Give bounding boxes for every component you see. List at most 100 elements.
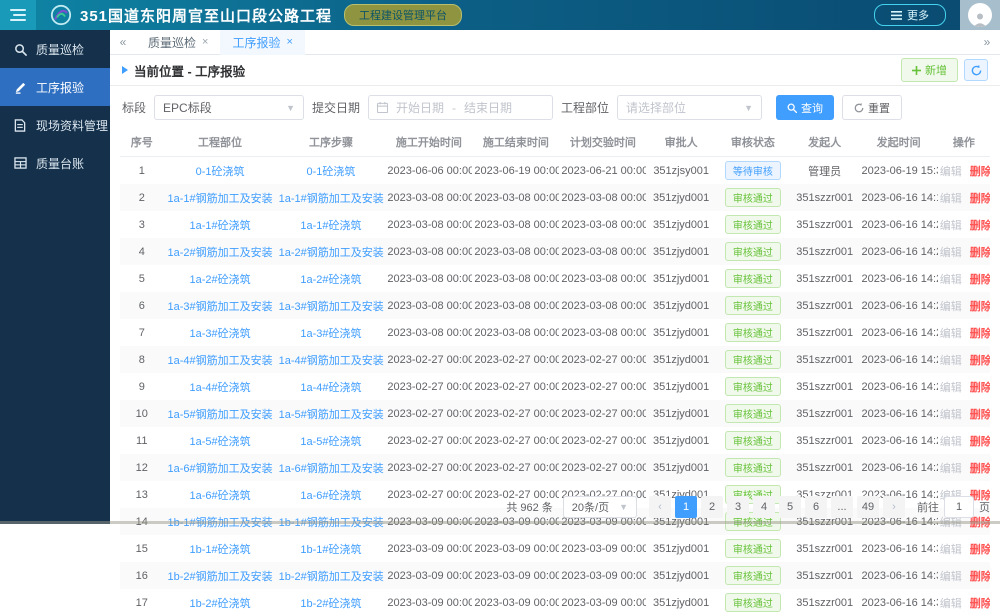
- sidebar-item-quality-patrol[interactable]: 质量巡检: [0, 30, 110, 68]
- step-link[interactable]: 1b-1#砼浇筑: [277, 535, 386, 562]
- part-link[interactable]: 1a-6#砼浇筑: [164, 481, 277, 508]
- table-row[interactable]: 1 0-1砼浇筑 0-1砼浇筑 2023-06-06 00:00 2023-06…: [120, 157, 990, 185]
- close-icon[interactable]: ×: [202, 36, 208, 48]
- delete-link[interactable]: 删除: [970, 382, 990, 394]
- step-link[interactable]: 1b-2#钢筋加工及安装: [277, 562, 386, 589]
- tab-process-inspection[interactable]: 工序报验 ×: [220, 30, 304, 55]
- user-avatar[interactable]: [960, 0, 1000, 30]
- sidebar-item-site-documents[interactable]: 现场资料管理: [0, 106, 110, 144]
- delete-link[interactable]: 删除: [970, 328, 990, 340]
- table-row[interactable]: 9 1a-4#砼浇筑 1a-4#砼浇筑 2023-02-27 00:00 202…: [120, 373, 990, 400]
- part-link[interactable]: 1a-6#钢筋加工及安装: [164, 454, 277, 481]
- step-link[interactable]: 1a-2#砼浇筑: [277, 265, 386, 292]
- part-select[interactable]: 请选择部位 ▼: [617, 95, 762, 120]
- step-link[interactable]: 1a-5#钢筋加工及安装: [277, 400, 386, 427]
- edit-link[interactable]: 编辑: [940, 301, 962, 313]
- table-row[interactable]: 10 1a-5#钢筋加工及安装 1a-5#钢筋加工及安装 2023-02-27 …: [120, 400, 990, 427]
- page-button[interactable]: 3: [727, 496, 749, 518]
- delete-link[interactable]: 删除: [970, 220, 990, 232]
- delete-link[interactable]: 删除: [970, 301, 990, 313]
- edit-link[interactable]: 编辑: [940, 463, 962, 475]
- search-button[interactable]: 查询: [776, 95, 834, 120]
- step-link[interactable]: 1a-1#钢筋加工及安装: [277, 184, 386, 211]
- edit-link[interactable]: 编辑: [940, 247, 962, 259]
- part-link[interactable]: 1b-2#砼浇筑: [164, 589, 277, 616]
- part-link[interactable]: 1a-2#砼浇筑: [164, 265, 277, 292]
- tabs-scroll-left-icon[interactable]: «: [110, 35, 136, 49]
- edit-link[interactable]: 编辑: [940, 409, 962, 421]
- page-button[interactable]: 1: [675, 496, 697, 518]
- edit-link[interactable]: 编辑: [940, 436, 962, 448]
- add-button[interactable]: 新增: [901, 58, 958, 82]
- delete-link[interactable]: 删除: [970, 274, 990, 286]
- page-ellipsis[interactable]: ...: [831, 496, 853, 518]
- step-link[interactable]: 1a-2#钢筋加工及安装: [277, 238, 386, 265]
- edit-link[interactable]: 编辑: [940, 193, 962, 205]
- sidebar-item-process-inspection[interactable]: 工序报验: [0, 68, 110, 106]
- page-size-select[interactable]: 20条/页 ▼: [563, 496, 637, 518]
- table-row[interactable]: 16 1b-2#钢筋加工及安装 1b-2#钢筋加工及安装 2023-03-09 …: [120, 562, 990, 589]
- part-link[interactable]: 1a-4#钢筋加工及安装: [164, 346, 277, 373]
- edit-link[interactable]: 编辑: [940, 544, 962, 556]
- page-button[interactable]: 2: [701, 496, 723, 518]
- table-row[interactable]: 7 1a-3#砼浇筑 1a-3#砼浇筑 2023-03-08 00:00 202…: [120, 319, 990, 346]
- delete-link[interactable]: 删除: [970, 463, 990, 475]
- part-link[interactable]: 1a-3#砼浇筑: [164, 319, 277, 346]
- goto-page-input[interactable]: [944, 496, 974, 518]
- step-link[interactable]: 1a-6#砼浇筑: [277, 481, 386, 508]
- delete-link[interactable]: 删除: [970, 436, 990, 448]
- part-link[interactable]: 1a-5#砼浇筑: [164, 427, 277, 454]
- tab-quality-patrol[interactable]: 质量巡检 ×: [136, 30, 220, 55]
- part-link[interactable]: 0-1砼浇筑: [164, 157, 277, 185]
- part-link[interactable]: 1b-1#砼浇筑: [164, 535, 277, 562]
- menu-toggle-button[interactable]: [0, 0, 36, 30]
- part-link[interactable]: 1a-5#钢筋加工及安装: [164, 400, 277, 427]
- step-link[interactable]: 1b-2#砼浇筑: [277, 589, 386, 616]
- step-link[interactable]: 1a-1#砼浇筑: [277, 211, 386, 238]
- delete-link[interactable]: 删除: [970, 355, 990, 367]
- reset-button[interactable]: 重置: [842, 95, 902, 120]
- more-button[interactable]: 更多: [874, 4, 946, 26]
- step-link[interactable]: 1a-3#钢筋加工及安装: [277, 292, 386, 319]
- edit-link[interactable]: 编辑: [940, 166, 962, 178]
- table-row[interactable]: 15 1b-1#砼浇筑 1b-1#砼浇筑 2023-03-09 00:00 20…: [120, 535, 990, 562]
- table-row[interactable]: 5 1a-2#砼浇筑 1a-2#砼浇筑 2023-03-08 00:00 202…: [120, 265, 990, 292]
- table-row[interactable]: 2 1a-1#钢筋加工及安装 1a-1#钢筋加工及安装 2023-03-08 0…: [120, 184, 990, 211]
- delete-link[interactable]: 删除: [970, 409, 990, 421]
- tabs-scroll-right-icon[interactable]: »: [974, 35, 1000, 49]
- page-button[interactable]: 6: [805, 496, 827, 518]
- delete-link[interactable]: 删除: [970, 247, 990, 259]
- step-link[interactable]: 1a-3#砼浇筑: [277, 319, 386, 346]
- page-button[interactable]: 5: [779, 496, 801, 518]
- table-row[interactable]: 11 1a-5#砼浇筑 1a-5#砼浇筑 2023-02-27 00:00 20…: [120, 427, 990, 454]
- step-link[interactable]: 1a-6#钢筋加工及安装: [277, 454, 386, 481]
- part-link[interactable]: 1a-1#钢筋加工及安装: [164, 184, 277, 211]
- page-button[interactable]: 4: [753, 496, 775, 518]
- page-button[interactable]: 49: [857, 496, 879, 518]
- table-row[interactable]: 4 1a-2#钢筋加工及安装 1a-2#钢筋加工及安装 2023-03-08 0…: [120, 238, 990, 265]
- edit-link[interactable]: 编辑: [940, 355, 962, 367]
- edit-link[interactable]: 编辑: [940, 328, 962, 340]
- step-link[interactable]: 1a-4#钢筋加工及安装: [277, 346, 386, 373]
- section-select[interactable]: EPC标段 ▼: [154, 95, 304, 120]
- step-link[interactable]: 0-1砼浇筑: [277, 157, 386, 185]
- part-link[interactable]: 1a-1#砼浇筑: [164, 211, 277, 238]
- part-link[interactable]: 1a-4#砼浇筑: [164, 373, 277, 400]
- refresh-button[interactable]: [964, 59, 988, 81]
- part-link[interactable]: 1a-2#钢筋加工及安装: [164, 238, 277, 265]
- close-icon[interactable]: ×: [286, 36, 292, 48]
- step-link[interactable]: 1a-5#砼浇筑: [277, 427, 386, 454]
- table-row[interactable]: 12 1a-6#钢筋加工及安装 1a-6#钢筋加工及安装 2023-02-27 …: [120, 454, 990, 481]
- edit-link[interactable]: 编辑: [940, 274, 962, 286]
- next-page-button[interactable]: ›: [883, 496, 905, 518]
- table-row[interactable]: 6 1a-3#钢筋加工及安装 1a-3#钢筋加工及安装 2023-03-08 0…: [120, 292, 990, 319]
- step-link[interactable]: 1a-4#砼浇筑: [277, 373, 386, 400]
- delete-link[interactable]: 删除: [970, 571, 990, 583]
- table-row[interactable]: 8 1a-4#钢筋加工及安装 1a-4#钢筋加工及安装 2023-02-27 0…: [120, 346, 990, 373]
- edit-link[interactable]: 编辑: [940, 571, 962, 583]
- delete-link[interactable]: 删除: [970, 544, 990, 556]
- table-row[interactable]: 3 1a-1#砼浇筑 1a-1#砼浇筑 2023-03-08 00:00 202…: [120, 211, 990, 238]
- edit-link[interactable]: 编辑: [940, 382, 962, 394]
- part-link[interactable]: 1a-3#钢筋加工及安装: [164, 292, 277, 319]
- delete-link[interactable]: 删除: [970, 193, 990, 205]
